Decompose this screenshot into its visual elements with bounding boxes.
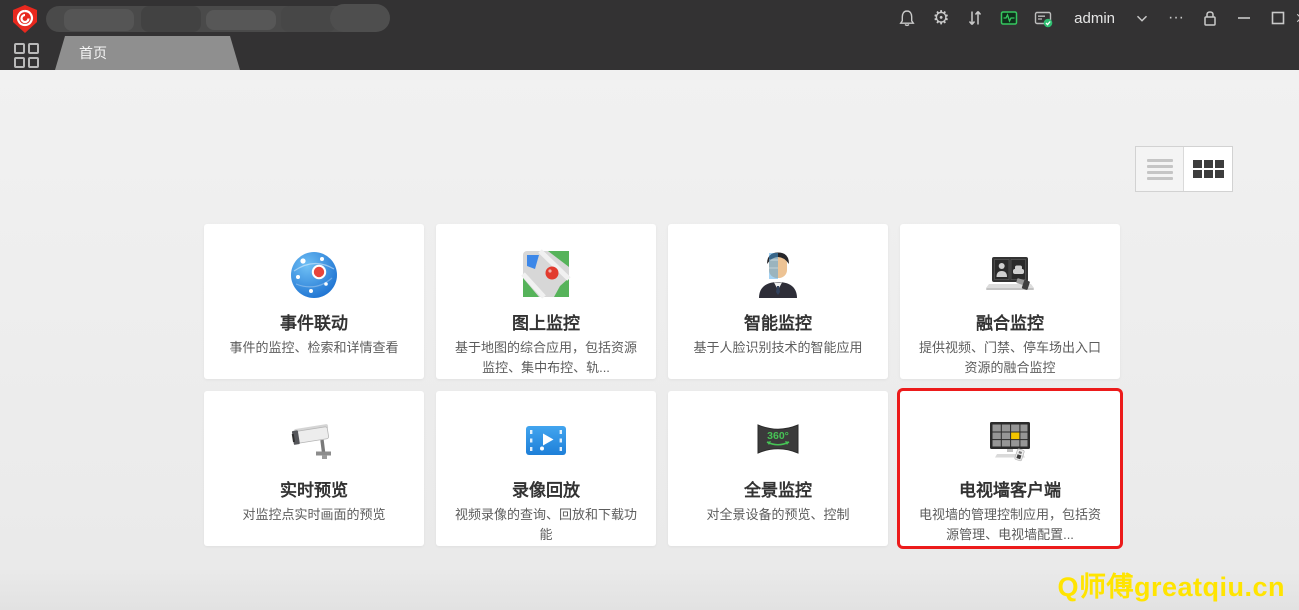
app-title: 录像回放 [512, 476, 580, 501]
event-linkage-globe-icon [286, 246, 342, 302]
app-description: 视频录像的查询、回放和下载功能 [436, 505, 656, 545]
app-card-converged-monitoring[interactable]: 融合监控 提供视频、门禁、停车场出入口资源的融合监控 [900, 224, 1120, 379]
app-description: 基于地图的综合应用，包括资源监控、集中布控、轨... [436, 338, 656, 378]
titlebar-actions: ⚙ admin ··· [890, 0, 1299, 36]
tab-home[interactable]: 首页 [55, 36, 240, 70]
app-card-panoramic-monitoring[interactable]: 360° 全景监控 对全景设备的预览、控制 [668, 391, 888, 546]
app-description: 对监控点实时画面的预览 [228, 505, 399, 525]
app-description: 电视墙的管理控制应用，包括资源管理、电视墙配置... [900, 505, 1120, 545]
close-button[interactable] [1295, 0, 1299, 36]
lock-icon[interactable] [1193, 0, 1227, 36]
app-card-map-monitoring[interactable]: 图上监控 基于地图的综合应用，包括资源监控、集中布控、轨... [436, 224, 656, 379]
grid-view-button[interactable] [1184, 147, 1232, 191]
tab-home-label: 首页 [79, 45, 107, 61]
app-description: 提供视频、门禁、停车场出入口资源的融合监控 [900, 338, 1120, 378]
username-label: admin [1068, 10, 1121, 27]
app-description: 基于人脸识别技术的智能应用 [679, 338, 876, 358]
minimize-button[interactable] [1227, 0, 1261, 36]
face-recognition-icon [750, 246, 806, 302]
more-ellipsis-icon[interactable]: ··· [1159, 0, 1193, 36]
map-monitoring-icon [518, 246, 574, 302]
user-menu[interactable]: admin [1068, 10, 1121, 27]
notification-bell-icon[interactable] [890, 0, 924, 36]
screen-check-icon[interactable] [1026, 0, 1060, 36]
app-card-playback[interactable]: 录像回放 视频录像的查询、回放和下载功能 [436, 391, 656, 546]
apps-grid-menu-icon[interactable] [14, 43, 40, 67]
settings-gear-icon[interactable]: ⚙ [924, 0, 958, 36]
converged-monitoring-icon [982, 246, 1038, 302]
app-title: 智能监控 [744, 309, 812, 334]
app-card-grid: 事件联动 事件的监控、检索和详情查看 图上监控 基于地图的综合应用，包括资源监控… [204, 224, 1120, 546]
app-card-intelligent-monitoring[interactable]: 智能监控 基于人脸识别技术的智能应用 [668, 224, 888, 379]
app-description: 对全景设备的预览、控制 [692, 505, 863, 525]
app-title: 事件联动 [280, 309, 348, 334]
maximize-button[interactable] [1261, 0, 1295, 36]
panorama-360-icon: 360° [750, 413, 806, 469]
app-title: 电视墙客户端 [959, 476, 1061, 501]
redacted-window-title-end [330, 4, 390, 32]
watermark-text: Q师傅greatqiu.cn [1057, 565, 1285, 604]
cctv-camera-icon [286, 413, 342, 469]
app-title: 融合监控 [976, 309, 1044, 334]
home-content: 事件联动 事件的监控、检索和详情查看 图上监控 基于地图的综合应用，包括资源监控… [0, 70, 1299, 610]
redacted-window-title [46, 6, 364, 32]
app-card-live-preview[interactable]: 实时预览 对监控点实时画面的预览 [204, 391, 424, 546]
window-header: ⚙ admin ··· [0, 0, 1299, 70]
list-view-icon [1147, 159, 1173, 180]
video-playback-icon [518, 413, 574, 469]
sort-arrows-icon[interactable] [958, 0, 992, 36]
app-title: 实时预览 [280, 476, 348, 501]
system-monitor-icon[interactable] [992, 0, 1026, 36]
brand-shield-logo [10, 4, 40, 34]
app-card-event-linkage[interactable]: 事件联动 事件的监控、检索和详情查看 [204, 224, 424, 379]
app-title: 全景监控 [744, 476, 812, 501]
panorama-360-label: 360° [767, 430, 789, 442]
app-card-tv-wall-client[interactable]: 电视墙客户端 电视墙的管理控制应用，包括资源管理、电视墙配置... [900, 391, 1120, 546]
app-title: 图上监控 [512, 309, 580, 334]
tv-wall-icon [982, 413, 1038, 469]
view-toggle [1135, 146, 1233, 192]
grid-view-icon [1193, 160, 1224, 178]
chevron-down-icon[interactable] [1125, 0, 1159, 36]
list-view-button[interactable] [1136, 147, 1184, 191]
app-description: 事件的监控、检索和详情查看 [215, 338, 412, 358]
